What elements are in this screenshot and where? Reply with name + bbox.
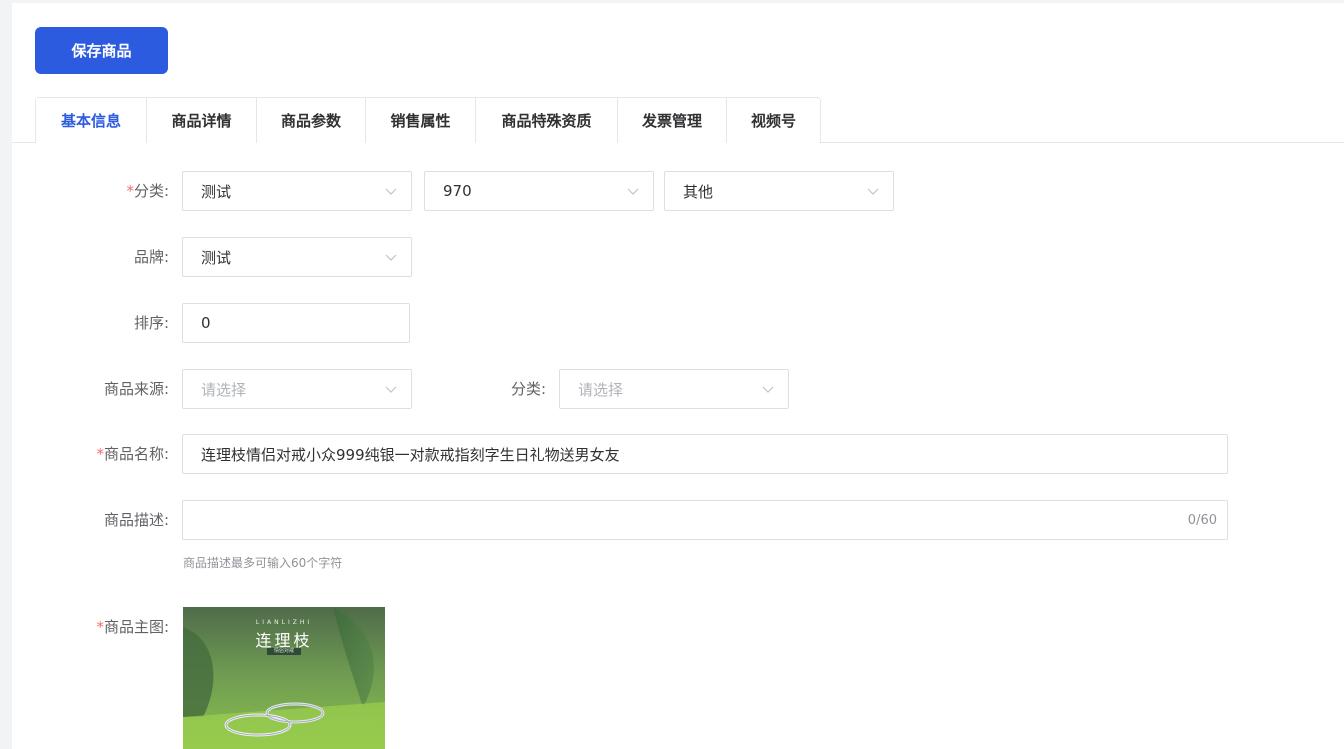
chevron-down-icon (762, 386, 774, 393)
brand-label: 品牌: (133, 248, 169, 266)
product-edit-page: 保存商品 基本信息 商品详情 商品参数 销售属性 商品特殊资质 发票管理 视频号… (12, 3, 1344, 749)
chevron-down-icon (385, 386, 397, 393)
brand-select[interactable]: 测试 (182, 237, 412, 277)
description-hint: 商品描述最多可输入60个字符 (183, 556, 343, 570)
chevron-down-icon (385, 254, 397, 261)
main-image-label: *商品主图: (96, 618, 169, 636)
source-select[interactable]: 请选择 (182, 369, 412, 409)
tab-product-details[interactable]: 商品详情 (146, 98, 256, 143)
tab-invoice-management[interactable]: 发票管理 (617, 98, 726, 143)
tab-basic-info[interactable]: 基本信息 (36, 98, 146, 143)
category-level3-select[interactable]: 其他 (664, 171, 894, 211)
product-description-input[interactable]: 0/60 (182, 500, 1228, 540)
save-product-button[interactable]: 保存商品 (35, 27, 168, 74)
tabs-divider-left (12, 142, 35, 143)
brand-english-text: LIANLIZHI (255, 619, 313, 626)
source-category-label: 分类: (510, 380, 546, 398)
chevron-down-icon (867, 188, 879, 195)
sort-label: 排序: (133, 314, 169, 332)
tab-product-params[interactable]: 商品参数 (256, 98, 365, 143)
tab-video-channel[interactable]: 视频号 (726, 98, 820, 143)
tab-sales-attributes[interactable]: 销售属性 (365, 98, 475, 143)
category-level1-select[interactable]: 测试 (182, 171, 412, 211)
category-level2-select[interactable]: 970 (424, 171, 654, 211)
char-counter: 0/60 (1187, 513, 1217, 528)
main-image-thumbnail[interactable]: LIANLIZHI 连理枝 情侣对戒 (183, 607, 385, 749)
brand-tag: 情侣对戒 (267, 648, 301, 655)
source-category-select[interactable]: 请选择 (559, 369, 789, 409)
tab-special-qualifications[interactable]: 商品特殊资质 (475, 98, 617, 143)
chevron-down-icon (385, 188, 397, 195)
product-name-label: *商品名称: (96, 445, 169, 463)
product-name-input[interactable]: 连理枝情侣对戒小众999纯银一对款戒指刻字生日礼物送男女友 (182, 434, 1228, 474)
tab-bar: 基本信息 商品详情 商品参数 销售属性 商品特殊资质 发票管理 视频号 (35, 97, 821, 143)
source-label: 商品来源: (103, 380, 169, 398)
product-description-label: 商品描述: (103, 511, 169, 529)
category-label: *分类: (126, 182, 169, 200)
sort-input[interactable]: 0 (182, 303, 410, 343)
tabs-divider (819, 142, 1344, 143)
chevron-down-icon (627, 188, 639, 195)
